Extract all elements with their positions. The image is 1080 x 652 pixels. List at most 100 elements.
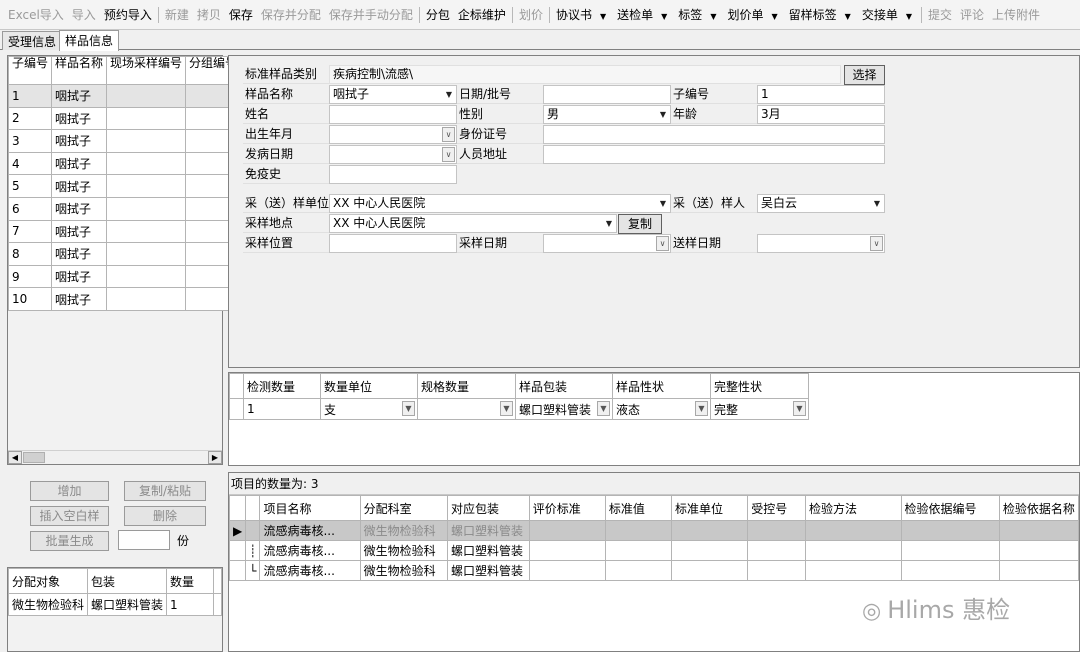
- chevron-down-icon[interactable]: ▼: [793, 401, 806, 416]
- chevron-down-icon[interactable]: ▼: [656, 195, 670, 212]
- retain-label-button[interactable]: 留样标签: [785, 6, 841, 23]
- table-row[interactable]: 7 咽拭子: [7, 219, 242, 244]
- copy-button[interactable]: 拷贝: [193, 6, 225, 23]
- column-header[interactable]: 子编号: [7, 56, 53, 85]
- add-button[interactable]: 增加: [30, 481, 109, 501]
- cell[interactable]: [900, 540, 1000, 561]
- cell[interactable]: [106, 84, 187, 108]
- cell[interactable]: 螺口塑料管装: [446, 560, 530, 581]
- chevron-down-icon[interactable]: ▼: [442, 86, 456, 103]
- cell[interactable]: [804, 540, 902, 561]
- table-row[interactable]: 8 咽拭子: [7, 242, 242, 266]
- column-header[interactable]: 分配科室: [359, 495, 448, 521]
- copy-paste-button[interactable]: 复制/粘贴: [124, 481, 206, 501]
- column-header[interactable]: 样品包装: [515, 373, 613, 399]
- cell[interactable]: [212, 593, 223, 616]
- cell[interactable]: 流感病毒核...: [259, 540, 361, 561]
- cell[interactable]: 1: [166, 593, 214, 616]
- cell[interactable]: [998, 540, 1080, 561]
- column-header[interactable]: 分配对象: [7, 568, 89, 594]
- column-header[interactable]: 评价标准: [528, 495, 606, 521]
- integrity-select[interactable]: 完整 ▼: [710, 398, 809, 420]
- column-header[interactable]: 数量单位: [320, 373, 418, 399]
- row-pointer-icon[interactable]: ▶: [228, 520, 247, 541]
- chevron-down-icon[interactable]: ▼: [402, 401, 415, 416]
- table-row[interactable]: 10 咽拭子: [7, 287, 242, 311]
- cell[interactable]: [670, 540, 749, 561]
- price-sheet-dropdown-icon[interactable]: ▼: [767, 8, 784, 22]
- row-selector[interactable]: [228, 560, 247, 581]
- table-row[interactable]: 微生物检验科 螺口塑料管装 1: [7, 593, 223, 616]
- cell[interactable]: 微生物检验科: [359, 560, 448, 581]
- chevron-down-icon[interactable]: ∨: [870, 236, 883, 251]
- birth-date-picker[interactable]: ∨: [329, 125, 457, 144]
- state-select[interactable]: 液态 ▼: [612, 398, 711, 420]
- column-header[interactable]: 标准单位: [670, 495, 749, 521]
- handover-dropdown-icon[interactable]: ▼: [902, 8, 919, 22]
- table-row[interactable]: ┊ 流感病毒核... 微生物检验科 螺口塑料管装: [228, 540, 1080, 561]
- cell[interactable]: 6: [7, 196, 53, 221]
- insert-blank-sample-button[interactable]: 插入空白样: [30, 506, 109, 526]
- column-header[interactable]: 完整性状: [710, 373, 809, 399]
- cell[interactable]: 咽拭子: [51, 264, 108, 289]
- column-header[interactable]: 标准值: [604, 495, 672, 521]
- cell[interactable]: [604, 560, 672, 581]
- agreement-dropdown-icon[interactable]: ▼: [596, 8, 613, 22]
- comment-button[interactable]: 评论: [956, 6, 988, 23]
- column-header[interactable]: 包装: [87, 568, 168, 594]
- save-button[interactable]: 保存: [225, 6, 257, 23]
- table-row[interactable]: 1 咽拭子: [7, 84, 242, 108]
- cell[interactable]: 咽拭子: [51, 196, 108, 221]
- send-date-picker[interactable]: ∨: [757, 234, 885, 253]
- submit-button[interactable]: 提交: [924, 6, 956, 23]
- cell[interactable]: 2: [7, 106, 53, 131]
- cell[interactable]: 微生物检验科: [359, 520, 448, 541]
- unit-select[interactable]: 支 ▼: [320, 398, 418, 420]
- cell[interactable]: [106, 106, 187, 131]
- save-manual-allocate-button[interactable]: 保存并手动分配: [325, 6, 417, 23]
- cell[interactable]: [106, 242, 187, 266]
- cell[interactable]: 7: [7, 219, 53, 244]
- cell[interactable]: 流感病毒核...: [259, 520, 361, 541]
- cell[interactable]: [528, 560, 606, 581]
- cell[interactable]: [106, 196, 187, 221]
- cell[interactable]: 8: [7, 242, 53, 266]
- batch-count-input[interactable]: [118, 530, 170, 550]
- cell[interactable]: [900, 560, 1000, 581]
- category-field[interactable]: 疾病控制\流感\: [329, 65, 841, 84]
- name-field[interactable]: [329, 105, 457, 124]
- submission-dropdown-icon[interactable]: ▼: [657, 8, 674, 22]
- cell[interactable]: 1: [7, 84, 53, 108]
- packaging-select[interactable]: 螺口塑料管装 ▼: [515, 398, 613, 420]
- column-header[interactable]: 项目名称: [259, 495, 361, 521]
- cell[interactable]: 咽拭子: [51, 242, 108, 266]
- table-row[interactable]: 4 咽拭子: [7, 151, 242, 176]
- price-button[interactable]: 划价: [515, 6, 547, 23]
- sampling-place-select[interactable]: XX 中心人民医院 ▼: [329, 214, 617, 233]
- table-row[interactable]: 3 咽拭子: [7, 129, 242, 153]
- column-header[interactable]: 检验依据名称: [998, 495, 1080, 521]
- cell[interactable]: 螺口塑料管装: [446, 540, 530, 561]
- standard-maintain-button[interactable]: 企标维护: [454, 6, 510, 23]
- column-header[interactable]: 检验方法: [804, 495, 902, 521]
- column-header[interactable]: 检测数量: [243, 373, 321, 399]
- chevron-down-icon[interactable]: ▼: [656, 106, 670, 123]
- quantity-cell[interactable]: 1: [243, 398, 321, 420]
- column-header[interactable]: 受控号: [747, 495, 806, 521]
- cell[interactable]: 咽拭子: [51, 287, 108, 311]
- cell[interactable]: [900, 520, 1000, 541]
- cell[interactable]: [670, 560, 749, 581]
- address-field[interactable]: [543, 145, 885, 164]
- chevron-down-icon[interactable]: ▼: [597, 401, 610, 416]
- cell[interactable]: [528, 540, 606, 561]
- table-row[interactable]: 2 咽拭子: [7, 106, 242, 131]
- sampling-position-field[interactable]: [329, 234, 457, 253]
- sample-name-select[interactable]: 咽拭子 ▼: [329, 85, 457, 104]
- cell[interactable]: [106, 287, 187, 311]
- cell[interactable]: [747, 540, 806, 561]
- table-row[interactable]: ▶ 流感病毒核... 微生物检验科 螺口塑料管装: [228, 520, 1080, 541]
- cell[interactable]: [106, 264, 187, 289]
- cell[interactable]: [804, 560, 902, 581]
- cell[interactable]: [747, 560, 806, 581]
- column-header[interactable]: 数量: [166, 568, 214, 594]
